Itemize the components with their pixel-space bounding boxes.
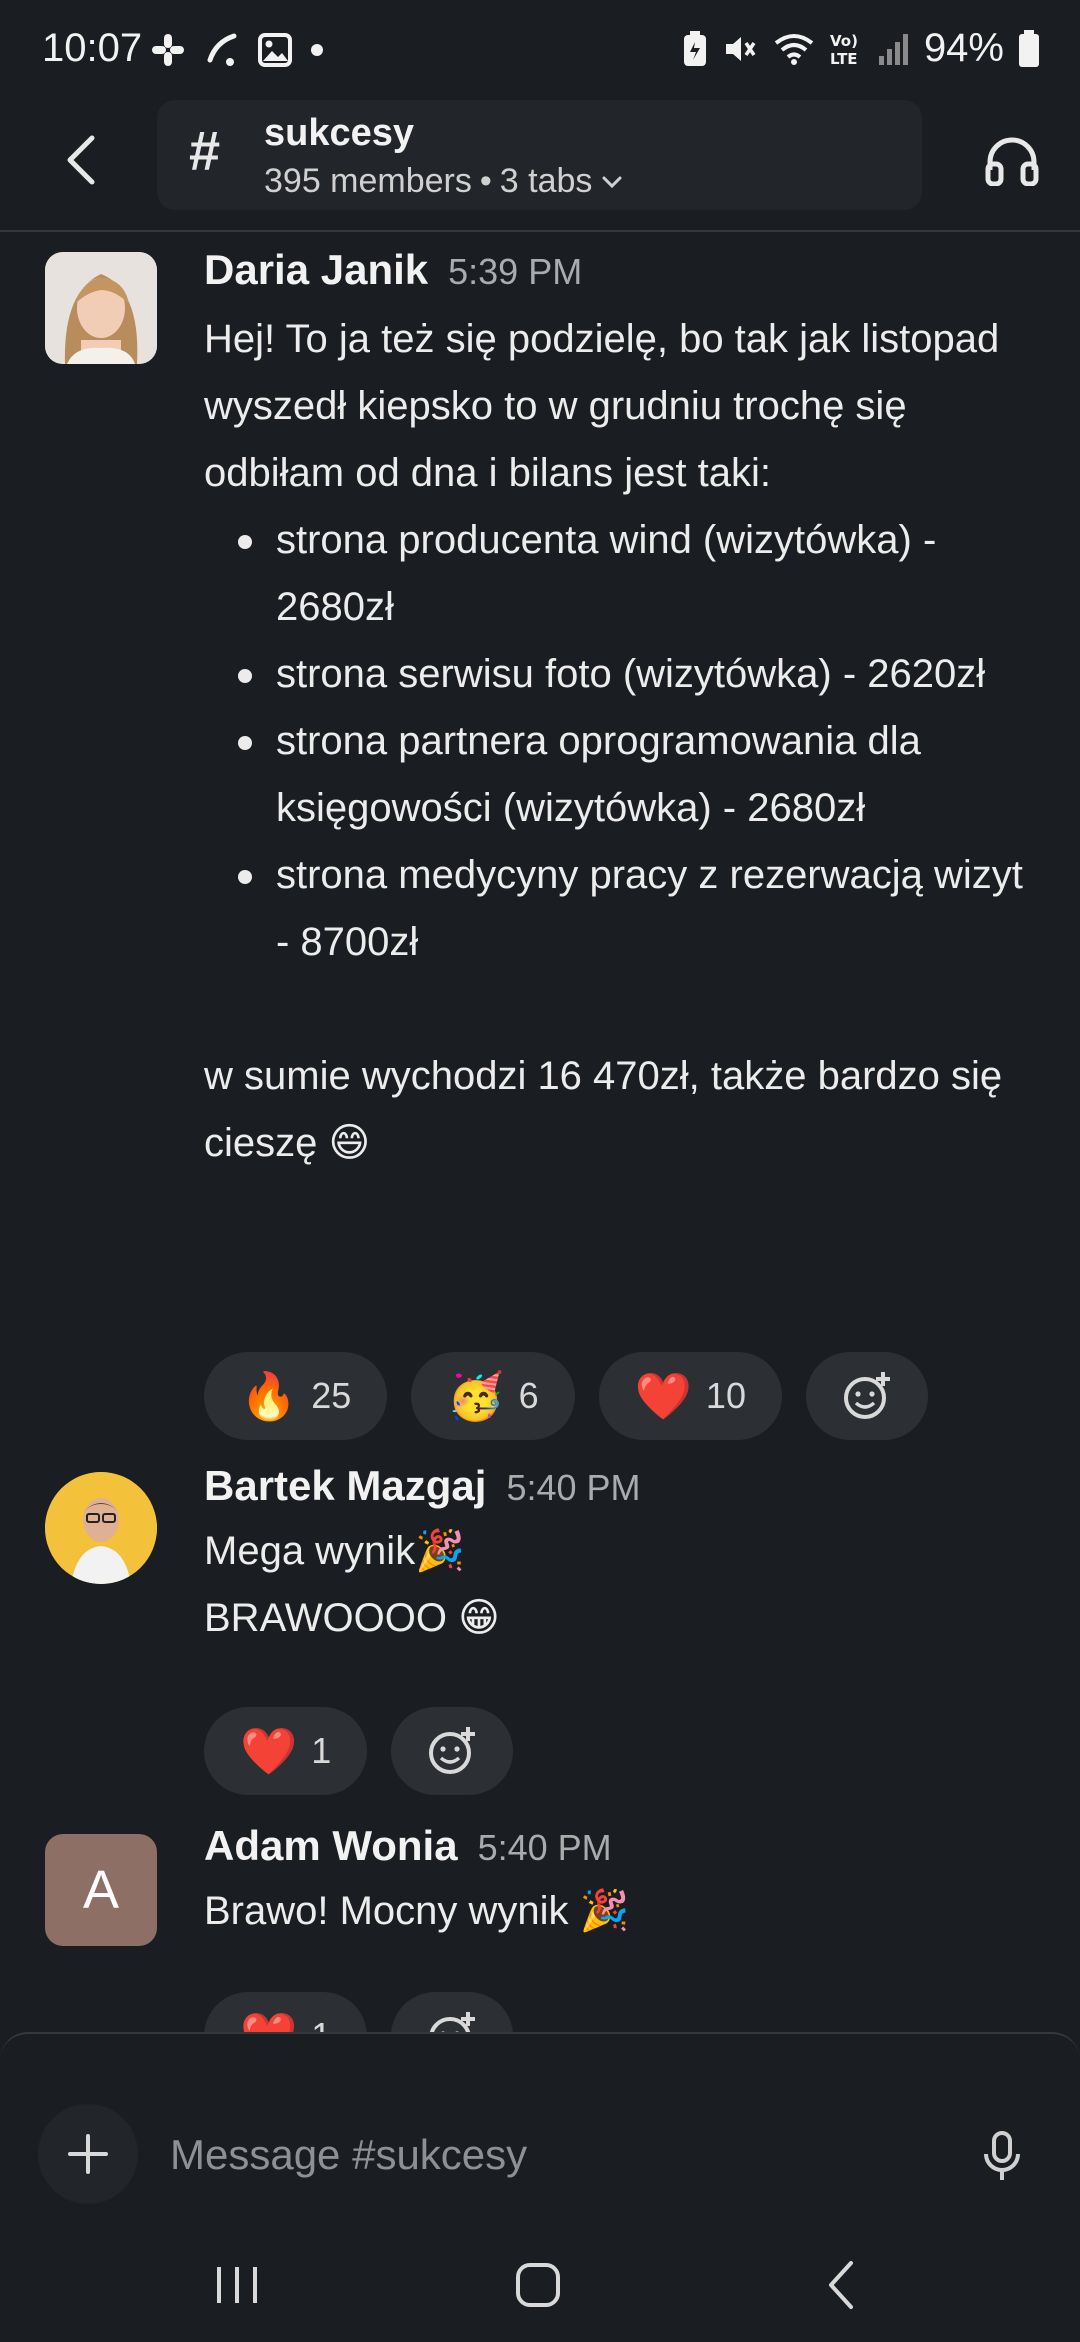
recent-apps-button[interactable] — [192, 2250, 282, 2320]
reactions-bartek: ❤️ 1 — [204, 1707, 514, 1795]
reactions-adam: ❤️ 1 — [204, 1992, 514, 2033]
list-item: strona serwisu foto (wizytówka) - 2620zł — [204, 641, 1034, 708]
message-header: Bartek Mazgaj 5:40 PM — [204, 1462, 641, 1510]
message-feed[interactable]: Daria Janik 5:39 PM Hej! To ja też się po… — [0, 232, 1080, 2032]
avatar-adam[interactable]: A — [45, 1834, 157, 1946]
meta-separator: • — [479, 162, 492, 200]
reaction-heart[interactable]: ❤️ 1 — [204, 1707, 368, 1795]
reaction-count: 10 — [705, 1375, 746, 1416]
voice-message-button[interactable] — [972, 2124, 1032, 2188]
microphone-icon — [984, 2131, 1020, 2180]
list-item: strona medycyny pracy z rezerwacją wizyt… — [204, 842, 1034, 976]
missed-call-icon — [207, 33, 237, 66]
reaction-count: 6 — [518, 1375, 539, 1416]
system-nav-bar — [0, 2220, 1080, 2340]
reaction-heart[interactable]: ❤️ 10 — [598, 1352, 782, 1440]
message-input[interactable] — [168, 2124, 932, 2186]
status-notification-icons — [150, 30, 324, 70]
list-item: strona producenta wind (wizytówka) - 268… — [204, 507, 1034, 641]
battery-icon — [1019, 29, 1039, 67]
image-icon — [258, 33, 292, 67]
avatar-photo — [45, 252, 157, 364]
tab-count: 3 tabs — [499, 162, 593, 200]
status-system-icons: Vo) LTE 94% — [682, 26, 1040, 71]
svg-text:LTE: LTE — [830, 50, 858, 67]
add-emoji-icon — [843, 1372, 890, 1419]
avatar-bartek[interactable] — [45, 1472, 157, 1584]
add-emoji-icon — [430, 2012, 476, 2032]
channel-meta: 395 members • 3 tabs — [264, 162, 624, 201]
hash-icon: # — [189, 119, 221, 182]
message-header: Daria Janik 5:39 PM — [204, 246, 582, 294]
headphones-icon — [985, 137, 1039, 186]
message-time: 5:40 PM — [477, 1827, 612, 1868]
reaction-party-face[interactable]: 🥳 6 — [411, 1352, 575, 1440]
home-button[interactable] — [493, 2250, 583, 2320]
reaction-count: 25 — [311, 1375, 352, 1416]
signal-icon — [878, 33, 908, 65]
party-face-emoji-icon: 🥳 — [447, 1369, 505, 1422]
dot-icon — [311, 44, 323, 56]
add-reaction-button[interactable] — [391, 1707, 514, 1795]
avatar-daria[interactable] — [45, 252, 157, 364]
message-body: Hej! To ja też się podzielę, bo tak jak … — [204, 306, 1034, 1177]
nav-back-icon — [829, 2261, 853, 2309]
message-intro: Hej! To ja też się podzielę, bo tak jak … — [204, 317, 1000, 495]
volte-icon: Vo)LTE — [830, 32, 858, 67]
reactions-daria: 🔥 25 🥳 6 ❤️ 10 — [204, 1352, 928, 1440]
message-outro: w sumie wychodzi 16 470zł, także bardzo … — [204, 1054, 1003, 1165]
author-name[interactable]: Adam Wonia — [204, 1822, 458, 1869]
reaction-heart[interactable]: ❤️ 1 — [204, 1992, 368, 2033]
fire-emoji-icon: 🔥 — [240, 1369, 298, 1422]
message-bullet-list: strona producenta wind (wizytówka) - 268… — [204, 507, 1034, 976]
message-body: Brawo! Mocny wynik 🎉 — [204, 1878, 1034, 1945]
heart-emoji-icon: ❤️ — [240, 2009, 297, 2033]
chevron-left-icon — [67, 135, 95, 185]
message-time: 5:40 PM — [506, 1467, 641, 1508]
mute-icon — [725, 36, 756, 61]
message-line: Mega wynik🎉 — [204, 1529, 465, 1573]
wifi-icon — [774, 33, 814, 65]
back-button[interactable] — [50, 128, 114, 192]
attach-button[interactable] — [38, 2104, 138, 2204]
slack-icon — [152, 34, 184, 66]
recent-apps-icon — [217, 2267, 257, 2303]
list-item: strona partnera oprogramowania dla księg… — [204, 708, 1034, 842]
channel-info-button[interactable]: # sukcesy 395 members • 3 tabs — [157, 100, 922, 210]
add-reaction-button[interactable] — [805, 1352, 928, 1440]
huddle-button[interactable] — [972, 120, 1052, 200]
svg-text:Vo): Vo) — [830, 32, 858, 50]
plus-icon — [68, 2134, 108, 2174]
add-reaction-button[interactable] — [391, 1992, 514, 2032]
author-name[interactable]: Bartek Mazgaj — [204, 1462, 486, 1509]
member-count: 395 members — [264, 162, 472, 200]
reaction-count: 1 — [311, 1730, 332, 1771]
nav-back-button[interactable] — [796, 2250, 886, 2320]
message-time: 5:39 PM — [448, 251, 583, 292]
message-daria[interactable]: Daria Janik 5:39 PM Hej! To ja też się po… — [0, 232, 1080, 1165]
status-bar: 10:07 Vo) LTE 94% — [0, 0, 1080, 100]
message-body: Mega wynik🎉 BRAWOOOO 😁 — [204, 1518, 1034, 1652]
reaction-fire[interactable]: 🔥 25 — [204, 1352, 388, 1440]
home-icon — [516, 2263, 560, 2307]
message-bartek[interactable]: Bartek Mazgaj 5:40 PM Mega wynik🎉 BRAWOOO… — [0, 1462, 1080, 1782]
author-name[interactable]: Daria Janik — [204, 246, 428, 293]
heart-emoji-icon: ❤️ — [240, 1724, 298, 1777]
heart-emoji-icon: ❤️ — [634, 1369, 692, 1422]
message-adam[interactable]: A Adam Wonia 5:40 PM Brawo! Mocny wynik 🎉 — [0, 1822, 1080, 2032]
channel-header: # sukcesy 395 members • 3 tabs — [0, 100, 1080, 232]
message-line: BRAWOOOO 😁 — [204, 1596, 500, 1640]
message-header: Adam Wonia 5:40 PM — [204, 1822, 612, 1870]
battery-percent: 94% — [923, 26, 1004, 70]
add-emoji-icon — [429, 1727, 476, 1774]
chevron-down-icon — [602, 176, 622, 188]
reaction-count: 1 — [311, 2015, 331, 2032]
avatar-letter: A — [82, 1860, 120, 1920]
avatar-photo — [45, 1472, 157, 1584]
battery-saver-icon — [683, 30, 706, 66]
status-time: 10:07 — [42, 26, 143, 70]
channel-name: sukcesy — [264, 112, 415, 154]
message-line: Brawo! Mocny wynik 🎉 — [204, 1889, 630, 1933]
